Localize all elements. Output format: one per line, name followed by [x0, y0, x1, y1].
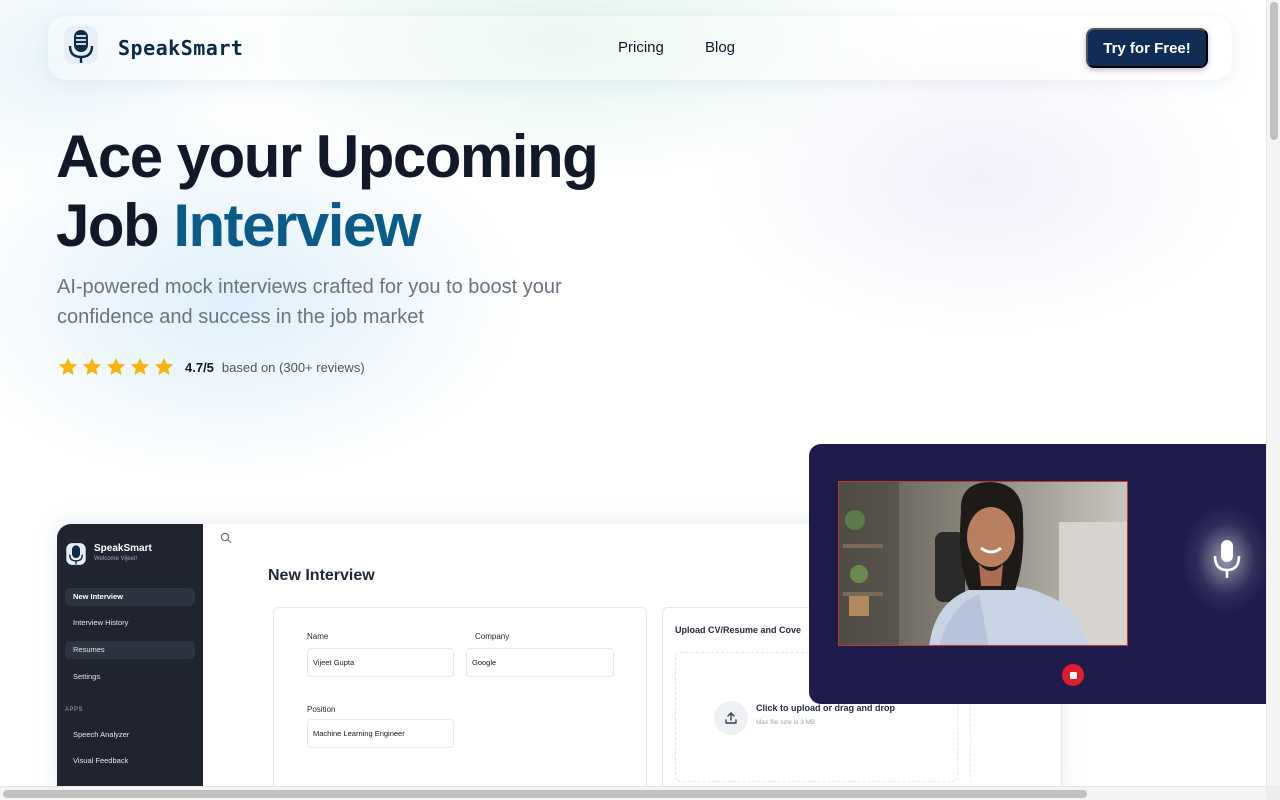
name-label: Name [307, 632, 329, 641]
microphone-icon[interactable] [1210, 538, 1244, 580]
sidebar-item-visual-feedback[interactable]: Visual Feedback [65, 752, 195, 770]
scrollbar-corner [1266, 786, 1280, 800]
position-field[interactable]: Machine Learning Engineer [307, 719, 454, 748]
rating-text: based on (300+ reviews) [221, 359, 365, 375]
sidebar-item-speech-analyzer[interactable]: Speech Analyzer [65, 726, 195, 744]
candidate-photo [839, 482, 1127, 645]
microphone-logo-icon [66, 543, 86, 565]
star-icon [106, 357, 126, 376]
rating-score: 4.7/5 [185, 359, 214, 375]
interview-form-card: Name Vijeet Gupta Company Google Positio… [273, 607, 647, 786]
upload-prompt[interactable]: Click to upload or drag and drop [756, 703, 895, 713]
star-icon [130, 357, 150, 376]
brand-name[interactable]: SpeakSmart [118, 36, 243, 60]
page: SpeakSmart Pricing Blog Try for Free! Ac… [0, 0, 1266, 786]
sidebar-item-new-interview[interactable]: New Interview [65, 588, 195, 606]
upload-limit: Max file size is 3 MB [756, 719, 816, 726]
vertical-scrollbar[interactable] [1266, 0, 1280, 786]
try-for-free-button[interactable]: Try for Free! [1086, 28, 1208, 68]
video-call-panel [809, 444, 1266, 704]
hero-title-line1: Ace your Upcoming [56, 123, 599, 190]
hero-title-line2: Job [56, 192, 174, 259]
site-header: SpeakSmart Pricing Blog Try for Free! [48, 16, 1232, 80]
company-label: Company [475, 632, 510, 641]
horizontal-scrollbar-thumb[interactable] [3, 790, 1087, 798]
microphone-logo-icon[interactable] [62, 24, 100, 66]
star-icon [82, 357, 102, 376]
star-icon [154, 357, 174, 376]
nav-link-blog[interactable]: Blog [705, 39, 735, 56]
sidebar-item-settings[interactable]: Settings [65, 668, 195, 686]
mockup-brand: SpeakSmart [94, 543, 152, 554]
hero-subtitle: AI-powered mock interviews crafted for y… [57, 276, 562, 328]
hero-title: Ace your Upcoming Job Interview [56, 122, 599, 260]
horizontal-scrollbar[interactable] [0, 786, 1266, 800]
mockup-page-title: New Interview [268, 567, 375, 584]
rating: 4.7/5 based on (300+ reviews) [57, 356, 365, 378]
sidebar-apps-heading: APPS [65, 707, 84, 713]
sidebar-item-interview-history[interactable]: Interview History [65, 614, 195, 632]
upload-icon [714, 701, 748, 735]
name-field[interactable]: Vijeet Gupta [307, 648, 454, 677]
mockup-welcome: Welcome Vijeet! [94, 556, 138, 562]
upload-title: Upload CV/Resume and Cove [675, 625, 802, 635]
hero-title-accent: Interview [173, 192, 421, 259]
star-icon [58, 357, 78, 376]
company-field[interactable]: Google [466, 648, 614, 677]
position-label: Position [307, 705, 336, 714]
mockup-sidebar: SpeakSmart Welcome Vijeet! New Interview… [57, 524, 203, 786]
vertical-scrollbar-thumb[interactable] [1270, 2, 1278, 140]
record-stop-button[interactable] [1062, 664, 1084, 686]
candidate-video [838, 481, 1128, 646]
nav-link-pricing[interactable]: Pricing [618, 39, 664, 56]
record-stop-icon [1069, 671, 1077, 679]
search-icon[interactable] [220, 532, 232, 544]
sidebar-item-resumes[interactable]: Resumes [65, 641, 195, 659]
